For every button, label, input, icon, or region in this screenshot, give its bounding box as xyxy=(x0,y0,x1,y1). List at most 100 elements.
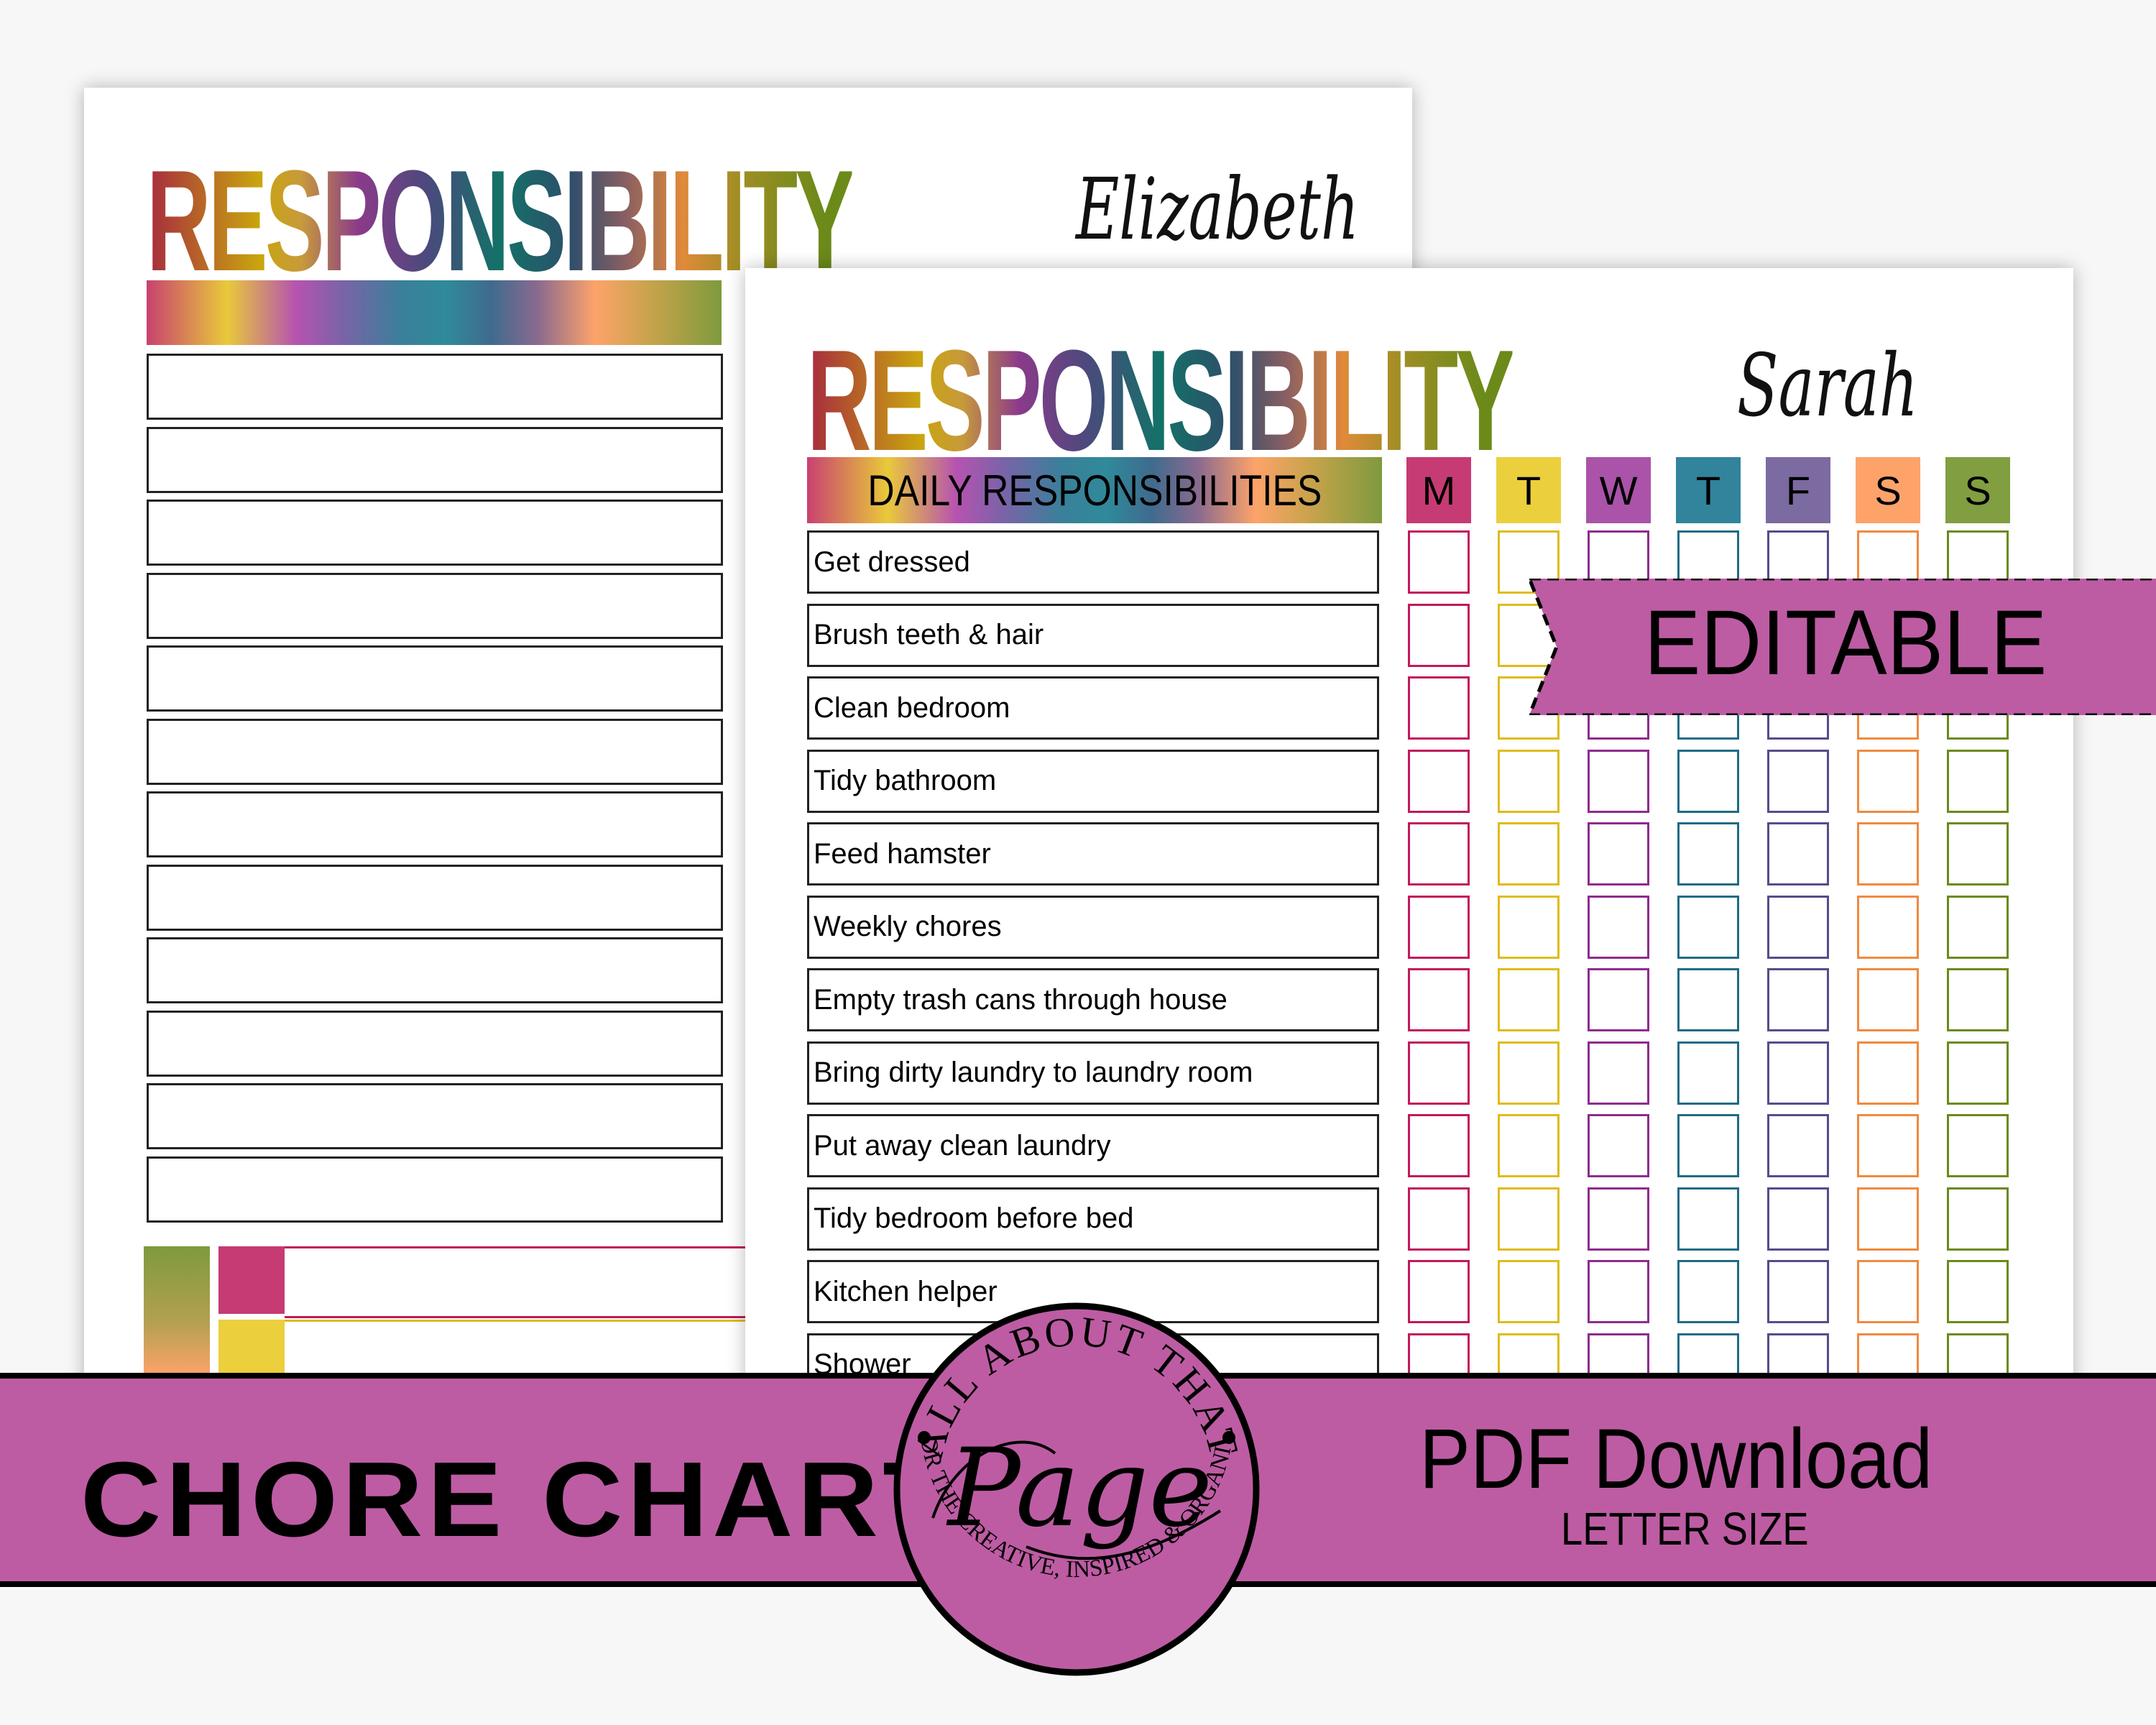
chore-checkbox[interactable] xyxy=(1408,749,1470,813)
chore-checkbox[interactable] xyxy=(1677,1187,1739,1251)
chore-checkbox[interactable] xyxy=(1947,749,2009,813)
chore-checkbox[interactable] xyxy=(1677,822,1739,886)
day-letter: T xyxy=(1516,467,1542,513)
blank-chore-line[interactable] xyxy=(147,354,723,420)
chore-row[interactable]: Tidy bathroom xyxy=(807,749,1379,813)
back-page-child-name: Elizabeth xyxy=(1076,160,1360,259)
chore-label: Clean bedroom xyxy=(814,691,1010,724)
blank-chore-line[interactable] xyxy=(147,1083,723,1149)
logo-dot-right xyxy=(1222,1431,1235,1444)
chore-checkbox[interactable] xyxy=(1408,822,1470,886)
chore-label: Tidy bedroom before bed xyxy=(814,1202,1134,1234)
chore-label: Tidy bathroom xyxy=(814,765,997,796)
chore-checkbox[interactable] xyxy=(1498,1187,1560,1251)
chore-label: Feed hamster xyxy=(814,837,991,870)
blank-chore-line[interactable] xyxy=(147,1156,723,1223)
chore-row[interactable]: Bring dirty laundry to laundry room xyxy=(807,1041,1379,1105)
chore-checkbox[interactable] xyxy=(1677,1114,1739,1177)
chore-checkbox[interactable] xyxy=(1408,895,1470,959)
chore-checkbox[interactable] xyxy=(1498,1114,1560,1177)
chore-checkbox[interactable] xyxy=(1677,968,1739,1031)
chore-checkbox[interactable] xyxy=(1588,1114,1649,1177)
blank-chore-line[interactable] xyxy=(147,718,723,785)
blank-chore-line[interactable] xyxy=(147,645,723,712)
ribbon-shape: EDITABLE xyxy=(1526,576,2156,717)
chore-checkbox[interactable] xyxy=(1947,895,2009,959)
chore-checkbox[interactable] xyxy=(1767,749,1829,813)
chore-checkbox[interactable] xyxy=(1588,968,1649,1031)
chore-row[interactable]: Tidy bedroom before bed xyxy=(807,1187,1379,1251)
day-header-3: T xyxy=(1676,457,1741,523)
chore-checkbox[interactable] xyxy=(1677,1260,1739,1323)
blank-chore-line[interactable] xyxy=(147,937,723,1003)
chore-checkbox[interactable] xyxy=(1767,1041,1829,1105)
chore-checkbox[interactable] xyxy=(1588,1187,1649,1251)
chore-row[interactable]: Empty trash cans through house xyxy=(807,968,1379,1031)
chore-checkbox[interactable] xyxy=(1767,1187,1829,1251)
chore-checkbox[interactable] xyxy=(1857,895,1919,959)
chore-checkbox[interactable] xyxy=(1498,895,1560,959)
blank-chore-line[interactable] xyxy=(147,426,723,493)
chore-checkbox[interactable] xyxy=(1857,1114,1919,1177)
chore-checkbox[interactable] xyxy=(1408,603,1470,667)
chore-checkbox[interactable] xyxy=(1947,822,2009,886)
chore-checkbox[interactable] xyxy=(1947,1260,2009,1323)
day-letter: M xyxy=(1422,467,1456,513)
chore-checkbox[interactable] xyxy=(1857,749,1919,813)
chore-checkbox[interactable] xyxy=(1498,1041,1560,1105)
chore-label: Get dressed xyxy=(814,546,970,578)
chore-checkbox[interactable] xyxy=(1767,1260,1829,1323)
chore-label: Brush teeth & hair xyxy=(814,619,1044,650)
blank-chore-line[interactable] xyxy=(147,791,723,857)
chore-checkbox[interactable] xyxy=(1767,822,1829,886)
chore-row[interactable]: Brush teeth & hair xyxy=(807,603,1379,667)
chore-checkbox[interactable] xyxy=(1947,1041,2009,1105)
chore-row[interactable]: Get dressed xyxy=(807,530,1379,594)
chore-checkbox[interactable] xyxy=(1588,1041,1649,1105)
chore-checkbox[interactable] xyxy=(1857,1260,1919,1323)
chore-checkbox[interactable] xyxy=(1588,749,1649,813)
chore-checkbox[interactable] xyxy=(1677,1041,1739,1105)
chore-checkbox[interactable] xyxy=(1947,1114,2009,1177)
chore-label: Bring dirty laundry to laundry room xyxy=(814,1057,1253,1088)
chore-row[interactable]: Feed hamster xyxy=(807,822,1379,886)
chore-checkbox[interactable] xyxy=(1677,895,1739,959)
chore-checkbox[interactable] xyxy=(1408,1041,1470,1105)
chore-checkbox[interactable] xyxy=(1498,822,1560,886)
chore-checkbox[interactable] xyxy=(1588,895,1649,959)
brand-logo: ALL ABOUT THAT Page PAGES FOR THE CREATI… xyxy=(881,1268,1263,1676)
chore-checkbox[interactable] xyxy=(1947,1187,2009,1251)
chore-checkbox[interactable] xyxy=(1408,676,1470,740)
chore-checkbox[interactable] xyxy=(1677,749,1739,813)
chore-checkbox[interactable] xyxy=(1857,822,1919,886)
chore-checkbox[interactable] xyxy=(1767,1114,1829,1177)
chore-checkbox[interactable] xyxy=(1767,895,1829,959)
chore-checkbox[interactable] xyxy=(1498,1260,1560,1323)
chore-checkbox[interactable] xyxy=(1408,1187,1470,1251)
chore-checkbox[interactable] xyxy=(1588,822,1649,886)
chore-checkbox[interactable] xyxy=(1498,968,1560,1031)
chore-checkbox[interactable] xyxy=(1857,1041,1919,1105)
chore-checkbox[interactable] xyxy=(1947,968,2009,1031)
blank-chore-line[interactable] xyxy=(147,500,723,566)
chore-checkbox[interactable] xyxy=(1408,1114,1470,1177)
chore-row[interactable]: Weekly chores xyxy=(807,895,1379,959)
chore-checkbox[interactable] xyxy=(1588,1260,1649,1323)
pdf-download-label: PDF Download xyxy=(1419,1412,1933,1506)
chore-checkbox[interactable] xyxy=(1857,968,1919,1031)
blank-chore-line[interactable] xyxy=(147,864,723,931)
chore-label: Weekly chores xyxy=(814,911,1002,942)
chore-checkbox[interactable] xyxy=(1408,1260,1470,1323)
letter-size-label: LETTER SIZE xyxy=(1561,1503,1809,1555)
chore-row[interactable]: Clean bedroom xyxy=(807,676,1379,740)
chore-checkbox[interactable] xyxy=(1767,968,1829,1031)
chore-row[interactable]: Put away clean laundry xyxy=(807,1114,1379,1177)
day-letter: S xyxy=(1964,467,1991,513)
blank-chore-line[interactable] xyxy=(147,572,723,639)
chore-checkbox[interactable] xyxy=(1408,968,1470,1031)
chore-checkbox[interactable] xyxy=(1498,749,1560,813)
blank-chore-line[interactable] xyxy=(147,1010,723,1077)
chore-checkbox[interactable] xyxy=(1857,1187,1919,1251)
chore-checkbox[interactable] xyxy=(1408,530,1470,594)
day-header-1: T xyxy=(1496,457,1561,523)
